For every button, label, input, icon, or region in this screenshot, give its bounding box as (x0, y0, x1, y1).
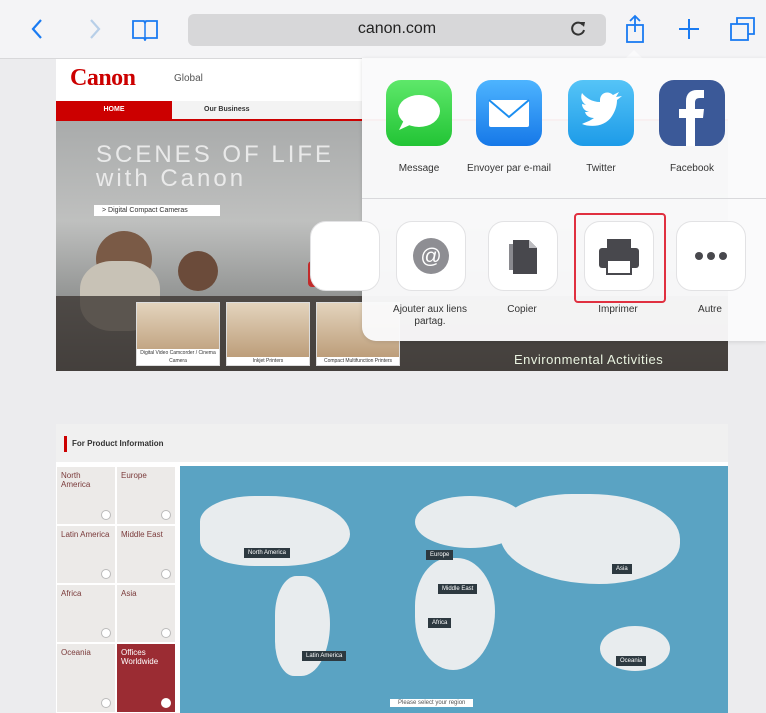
info-icon (161, 698, 171, 708)
chevron-right-icon (161, 569, 171, 579)
region-africa[interactable]: Africa (56, 584, 116, 643)
region-label: Oceania (61, 648, 91, 657)
app-label: Envoyer par e-mail (467, 163, 551, 174)
chevron-right-icon (161, 510, 171, 520)
region-label: Europe (121, 471, 147, 480)
region-label: Offices Worldwide (121, 648, 159, 666)
product-info-title: For Product Information (72, 439, 164, 448)
region-europe[interactable]: Europe (116, 466, 176, 525)
map-label-africa[interactable]: Africa (428, 618, 452, 628)
partial-action-tile (310, 221, 380, 291)
environmental-activities-link[interactable]: Environmental Activities (514, 352, 663, 367)
map-label-latin-america[interactable]: Latin America (302, 651, 347, 661)
action-label: Copier (507, 304, 537, 315)
region-oceania[interactable]: Oceania (56, 643, 116, 713)
browser-toolbar: canon.com (0, 0, 766, 59)
thumbnail-inkjet[interactable]: Inkjet Printers (226, 302, 310, 366)
share-row-divider (362, 198, 766, 199)
chevron-right-icon (101, 569, 111, 579)
facebook-icon (659, 80, 725, 146)
region-label: Africa (61, 589, 82, 598)
hero-title-line-2: with Canon (96, 165, 247, 192)
address-bar[interactable]: canon.com (188, 14, 606, 46)
canon-global-label: Global (174, 73, 203, 84)
map-label-oceania[interactable]: Oceania (616, 656, 647, 666)
region-list: North America Europe Latin America Middl… (56, 466, 180, 713)
continent-asia (500, 494, 680, 584)
header-accent-bar (64, 436, 67, 452)
mail-icon (476, 80, 542, 146)
product-info-header: For Product Information (56, 424, 728, 462)
print-highlight-box (574, 213, 666, 303)
reload-icon (571, 21, 585, 36)
region-north-america[interactable]: North America (56, 466, 116, 525)
copy-icon (488, 221, 558, 291)
continent-south-america (275, 576, 330, 676)
map-label-asia[interactable]: Asia (612, 564, 632, 574)
book-icon (132, 20, 158, 41)
share-sheet: Message Envoyer par e-mail Twitter Faceb… (310, 58, 766, 341)
plus-icon (679, 19, 699, 39)
product-information-section: For Product Information North America Eu… (56, 424, 728, 713)
chevron-right-icon (101, 698, 111, 708)
region-label: Asia (121, 589, 137, 598)
app-label: Twitter (586, 163, 616, 174)
app-label: Message (398, 163, 440, 174)
bookmarks-button[interactable] (130, 12, 160, 46)
region-latin-america[interactable]: Latin America (56, 525, 116, 584)
region-label: Latin America (61, 530, 110, 539)
twitter-icon (568, 80, 634, 146)
map-label-europe[interactable]: Europe (426, 550, 454, 560)
world-map[interactable]: North America Europe Middle East Asia Af… (180, 466, 728, 713)
app-label: Facebook (670, 163, 714, 174)
action-label: Ajouter aux liens partag. (393, 304, 467, 327)
region-label: North America (61, 471, 91, 489)
nav-our-business[interactable]: Our Business (204, 101, 250, 119)
share-button[interactable] (622, 12, 648, 46)
region-asia[interactable]: Asia (116, 584, 176, 643)
thumbnail-camcorder[interactable]: Digital Video Camcorder / Cinema Camera (136, 302, 220, 366)
at-icon: @ (396, 221, 466, 291)
chevron-right-icon (161, 628, 171, 638)
reload-button[interactable] (570, 19, 586, 42)
continent-africa (415, 558, 495, 670)
share-icon (626, 14, 644, 43)
region-middle-east[interactable]: Middle East (116, 525, 176, 584)
message-icon (386, 80, 452, 146)
region-label: Middle East (121, 530, 163, 539)
thumbnail-caption: Digital Video Camcorder / Cinema Camera (137, 349, 219, 365)
hero-child-image (178, 251, 218, 291)
region-offices-worldwide[interactable]: Offices Worldwide (116, 643, 176, 713)
forward-button[interactable] (84, 12, 106, 46)
more-icon (676, 221, 746, 291)
hero-title: SCENES OF LIFE with Canon (96, 143, 334, 191)
tabs-icon (730, 17, 755, 41)
back-button[interactable] (26, 12, 48, 46)
hero-title-line-1: SCENES OF LIFE (96, 141, 335, 168)
chevron-right-icon (101, 628, 111, 638)
map-label-north-america[interactable]: North America (244, 548, 291, 558)
map-footer-text: Please select your region (390, 699, 474, 707)
nav-home[interactable]: HOME (56, 101, 172, 119)
chevron-right-icon (90, 19, 101, 39)
thumbnail-caption: Inkjet Printers (227, 357, 309, 365)
svg-text:@: @ (420, 245, 441, 268)
action-label: Autre (698, 304, 722, 315)
url-text: canon.com (357, 20, 437, 37)
canon-logo[interactable]: Canon (70, 65, 136, 92)
map-label-middle-east[interactable]: Middle East (438, 584, 478, 594)
new-tab-button[interactable] (676, 12, 702, 46)
thumbnail-caption: Compact Multifunction Printers (317, 357, 399, 365)
chevron-left-icon (31, 19, 42, 39)
hero-link[interactable]: > Digital Compact Cameras (94, 205, 220, 216)
action-label: Imprimer (598, 304, 638, 315)
chevron-right-icon (101, 510, 111, 520)
tabs-button[interactable] (728, 12, 758, 46)
